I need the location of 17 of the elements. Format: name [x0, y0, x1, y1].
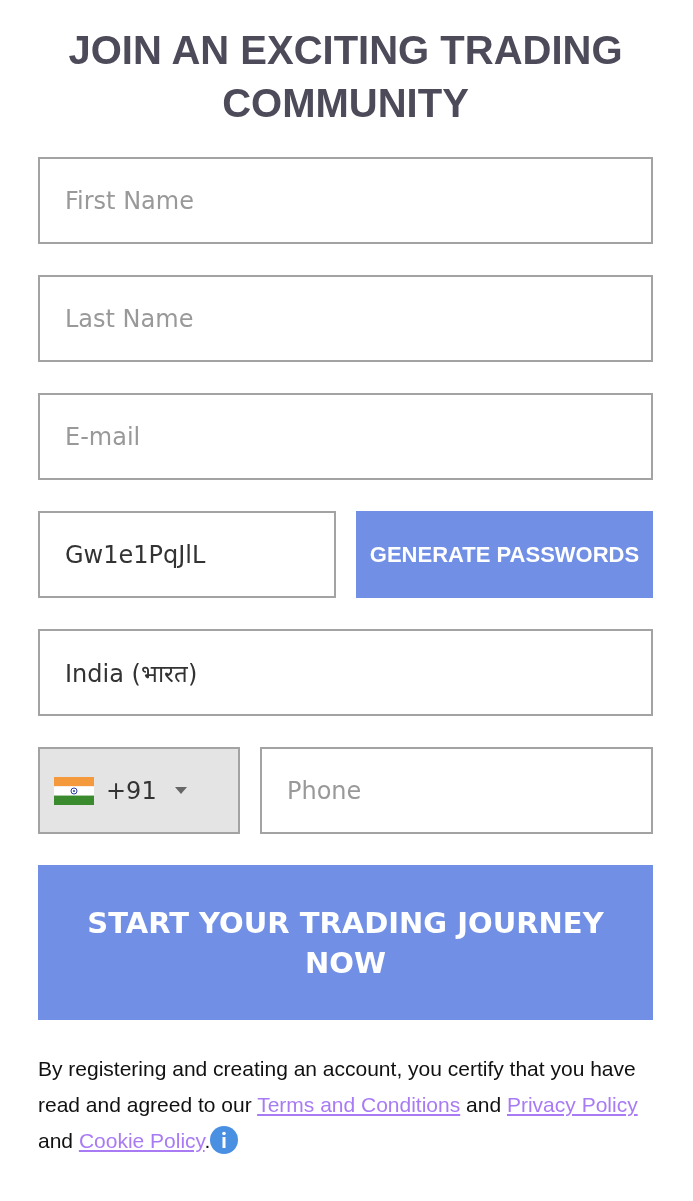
input-field[interactable]: E-mail: [38, 393, 653, 480]
page-title: JOIN AN EXCITING TRADING COMMUNITY: [67, 27, 624, 127]
start-trading-button[interactable]: START YOUR TRADING JOURNEY NOW: [38, 865, 653, 1020]
info-icon[interactable]: [210, 1126, 239, 1154]
policy-link[interactable]: Privacy Policy: [506, 1093, 638, 1116]
flag-icon: [54, 776, 94, 805]
input-field[interactable]: Last Name: [38, 275, 653, 362]
caret-icon: [174, 787, 187, 794]
password-field[interactable]: Gw1e1PqJlL: [38, 511, 336, 598]
policy-link[interactable]: Terms and Conditions: [257, 1093, 461, 1116]
country-field[interactable]: India (भारत): [38, 629, 653, 716]
policy-link[interactable]: Cookie Policy: [78, 1129, 205, 1152]
legal-text: By registering and creating an account, you certify that you have read and agreed to our Terms and Conditions and Privacy Policy and Cookie Policy.: [38, 1056, 639, 1156]
dial-code-dropdown[interactable]: +91: [38, 747, 240, 834]
phone-field[interactable]: Phone: [260, 747, 653, 834]
input-field[interactable]: First Name: [38, 157, 653, 244]
generate-passwords-button[interactable]: GENERATE PASSWORDS: [356, 511, 653, 598]
